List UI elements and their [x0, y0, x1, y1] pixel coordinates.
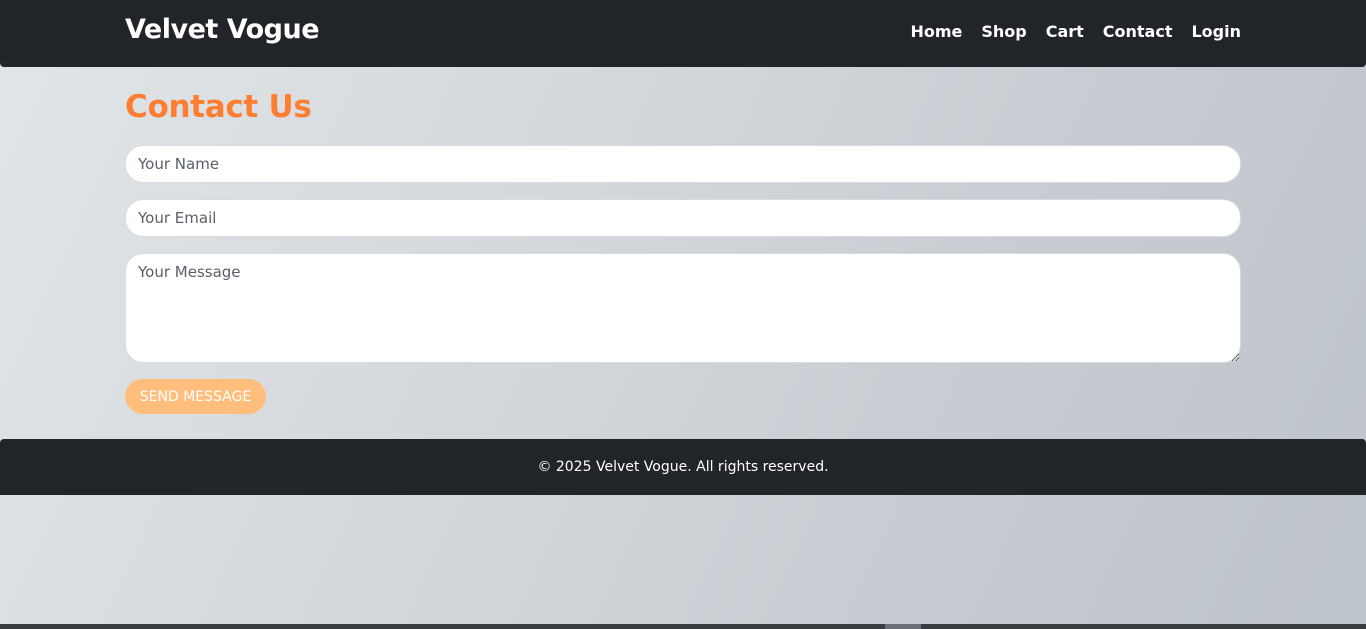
copyright-text: © 2025 Velvet Vogue. All rights reserved… — [537, 459, 829, 475]
nav-link-login[interactable]: Login — [1191, 22, 1241, 41]
nav-link-home[interactable]: Home — [910, 22, 962, 41]
nav-link-cart[interactable]: Cart — [1046, 22, 1084, 41]
horizontal-scrollbar[interactable] — [0, 624, 1366, 629]
scrollbar-thumb[interactable] — [885, 624, 921, 629]
footer: © 2025 Velvet Vogue. All rights reserved… — [0, 439, 1366, 495]
email-input[interactable] — [125, 199, 1241, 237]
name-input[interactable] — [125, 145, 1241, 183]
send-message-button[interactable]: Send Message — [125, 379, 266, 414]
main-nav: Home Shop Cart Contact Login — [910, 22, 1241, 41]
nav-link-contact[interactable]: Contact — [1103, 22, 1173, 41]
message-textarea[interactable] — [125, 253, 1241, 363]
brand-logo[interactable]: Velvet Vogue — [125, 14, 320, 45]
navbar: Velvet Vogue Home Shop Cart Contact Logi… — [0, 0, 1366, 67]
nav-link-shop[interactable]: Shop — [981, 22, 1026, 41]
page-title: Contact Us — [125, 89, 312, 125]
